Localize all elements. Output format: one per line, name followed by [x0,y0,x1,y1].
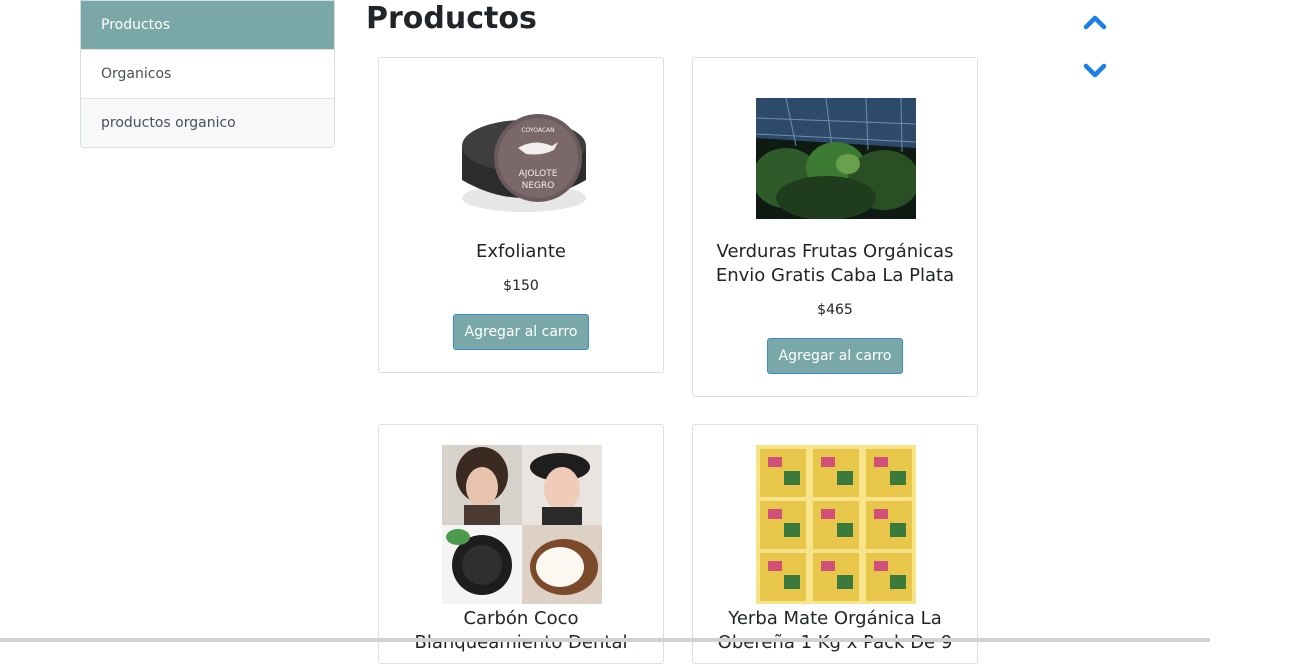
product-card: Yerba Mate Orgánica La Obereña 1 Kg x Pa… [692,424,978,664]
product-image [442,445,602,604]
sidebar-item-label: Productos [101,17,171,33]
product-card: Carbón Coco Blanqueamiento Dental [378,424,664,664]
category-sidebar: Productos Organicos productos organico [80,0,335,148]
product-name: Carbón Coco Blanqueamiento Dental [414,608,628,653]
product-name: Yerba Mate Orgánica La Obereña 1 Kg x Pa… [717,608,953,653]
product-image [756,98,916,219]
product-name: Exfoliante [476,241,566,262]
add-to-cart-button[interactable]: Agregar al carro [767,338,903,374]
chevron-down-icon [1083,63,1107,78]
sidebar-item-organicos[interactable]: Organicos [81,49,334,98]
svg-text:COYOACAN: COYOACAN [521,127,554,134]
add-to-cart-button[interactable]: Agregar al carro [453,314,589,350]
sidebar-item-label: Organicos [101,66,172,82]
chevron-up-icon [1083,15,1107,30]
product-image: COYOACAN AJOLOTE NEGRO [442,98,602,218]
product-card: COYOACAN AJOLOTE NEGRO Exfoliante $150 A… [378,57,664,373]
product-card: Verduras Frutas Orgánicas Envio Gratis C… [692,57,978,397]
svg-text:NEGRO: NEGRO [522,181,555,191]
product-price: $465 [817,302,853,318]
scroll-up-button[interactable] [1082,11,1108,33]
product-name: Verduras Frutas Orgánicas Envio Gratis C… [715,241,955,286]
page-title: Productos [366,1,537,36]
product-image [756,445,916,604]
sidebar-item-label: productos organico [101,115,236,131]
scroll-down-button[interactable] [1082,60,1108,82]
horizontal-scrollbar[interactable] [0,638,1210,642]
svg-text:AJOLOTE: AJOLOTE [519,169,558,179]
sidebar-item-productos[interactable]: Productos [81,1,334,50]
sidebar-item-productos-organico[interactable]: productos organico [81,98,334,147]
product-price: $150 [503,278,539,294]
